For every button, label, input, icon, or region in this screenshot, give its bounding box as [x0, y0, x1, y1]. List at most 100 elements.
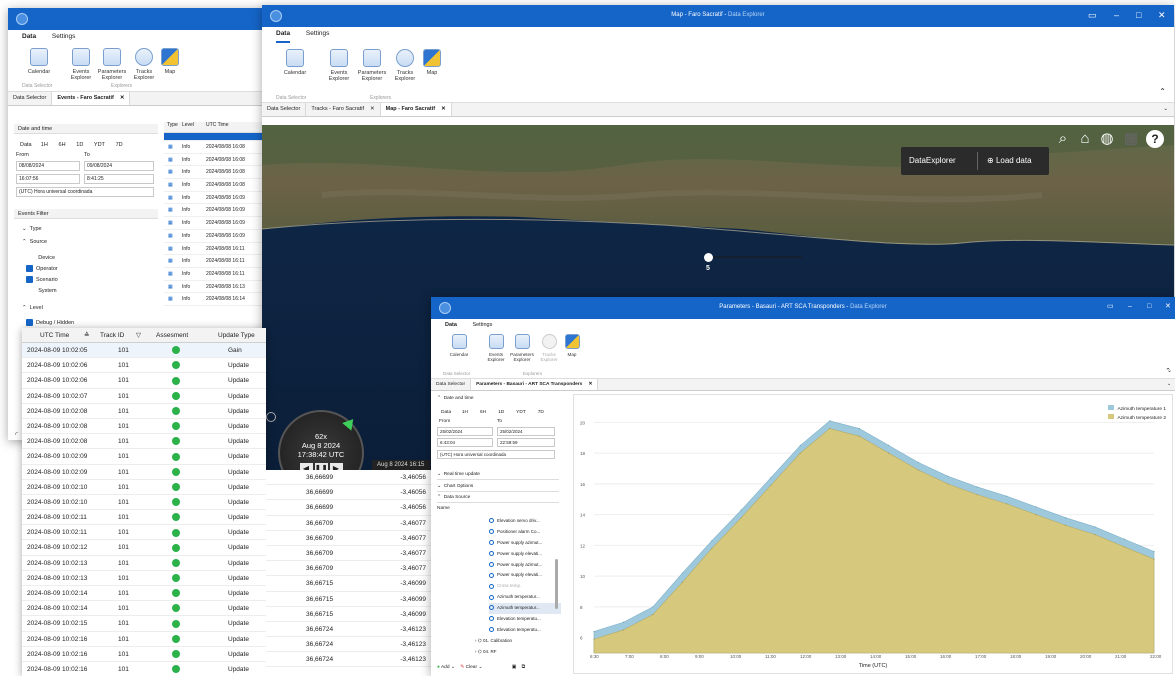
source-operator[interactable]: Operator [26, 264, 58, 275]
panel-collapse-icon[interactable]: ⌄ [1167, 367, 1172, 374]
table-row-extension[interactable]: 36,66709 -3,46077 [266, 531, 432, 546]
menu-settings[interactable]: Settings [52, 30, 76, 44]
table-row-extension[interactable]: 36,66715 -3,46099 [266, 592, 432, 607]
range-7d[interactable]: 7D [116, 142, 123, 148]
tree-scrollbar[interactable] [555, 559, 558, 609]
legend-item-2[interactable]: Azimuth temperature 2 [1108, 414, 1166, 423]
tree-item[interactable]: › ⌬ 04. RF [475, 647, 561, 658]
menu-data[interactable]: Data [276, 27, 291, 43]
tree-item[interactable]: Power supply azimut... [489, 538, 561, 549]
table-row[interactable]: ▦ Info 2024/08/08 16:14 [164, 293, 266, 306]
table-row[interactable]: 2024-08-09 10:02:08 101 Update [22, 419, 266, 435]
table-row[interactable]: ▦ Info 2024/08/08 16:11 [164, 243, 266, 256]
tree-item[interactable]: Elevation temperatu... [489, 625, 561, 636]
tracks-explorer-button[interactable]: Tracks Explorer [131, 48, 157, 81]
col-track-id[interactable]: Track ID [100, 328, 136, 343]
range-1d[interactable]: 1D [76, 142, 83, 148]
menu-settings[interactable]: Settings [306, 27, 330, 41]
parameters-explorer-button[interactable]: Parameters Explorer [509, 334, 535, 362]
table-row[interactable]: 2024-08-09 10:02:12 101 Update [22, 540, 266, 556]
table-row[interactable]: ▦ Info 2024/08/08 16:09 [164, 230, 266, 243]
table-row[interactable]: 2024-08-09 10:02:09 101 Update [22, 465, 266, 480]
table-row[interactable]: 2024-08-09 10:02:06 101 Update [22, 358, 266, 374]
table-row[interactable]: 2024-08-09 10:02:07 101 Update [22, 389, 266, 404]
table-row-extension[interactable]: 36,66715 -3,46099 [266, 576, 432, 592]
home-icon[interactable]: ⌂ [1076, 130, 1094, 148]
tree-item[interactable]: Elevation temperatu... [489, 614, 561, 625]
map-button[interactable]: Map [563, 334, 581, 357]
menu-settings[interactable]: Settings [472, 319, 492, 331]
real-time-update-section[interactable]: ⌄ Real time update [437, 472, 559, 480]
tree-item[interactable]: Power supply elevati... [489, 549, 561, 560]
help-icon[interactable]: ? [1146, 130, 1164, 148]
table-row[interactable]: 2024-08-09 10:02:05 101 Gain [22, 343, 266, 359]
tab-parameters[interactable]: Parameters - Basauri - ART SCA Transpond… [471, 379, 599, 390]
source-system[interactable]: System [26, 286, 58, 297]
table-row-extension[interactable]: 36,66699 -3,46056 [266, 485, 432, 501]
restore-icon[interactable]: ▭ [1107, 302, 1114, 312]
filter-icon[interactable]: ▽ [136, 328, 156, 343]
save-icon[interactable]: ▣ [512, 665, 517, 670]
range-6h[interactable]: 6H [59, 142, 66, 148]
table-row[interactable]: ▦ Info 2024/08/08 16:08 [164, 154, 266, 167]
legend-item-1[interactable]: Azimuth temperature 1 [1108, 405, 1166, 414]
parameters-explorer-button[interactable]: Parameters Explorer [355, 49, 389, 82]
selected-row[interactable] [164, 133, 266, 141]
tab-data-selector[interactable]: Data Selector [431, 379, 472, 390]
parameters-explorer-button[interactable]: Parameters Explorer [97, 48, 127, 81]
restore-icon[interactable]: ▭ [1088, 10, 1097, 20]
date-time-section[interactable]: ⌃ Date and time [437, 396, 474, 401]
close-tab-icon[interactable]: ✕ [588, 382, 592, 387]
table-row[interactable]: ▦ Info 2024/08/08 16:08 [164, 141, 266, 154]
close-tab-icon[interactable]: ✕ [441, 106, 446, 112]
close-icon[interactable]: ✕ [1165, 302, 1171, 312]
search-icon[interactable]: ⌕ [1054, 130, 1072, 148]
table-row-extension[interactable]: 36,66724 -3,46123 [266, 652, 432, 668]
settings-gear-icon[interactable] [266, 412, 276, 422]
track-marker-icon[interactable] [704, 253, 713, 262]
source-scenario[interactable]: Scenario [26, 275, 58, 286]
to-date-field[interactable]: 09/08/2024 [84, 161, 154, 171]
table-row[interactable]: 2024-08-09 10:02:15 101 Update [22, 616, 266, 632]
level-filter[interactable]: ⌃ Level [22, 305, 43, 311]
events-explorer-button[interactable]: Events Explorer [326, 49, 352, 82]
table-row[interactable]: 2024-08-09 10:02:13 101 Update [22, 571, 266, 586]
range-ydt[interactable]: YDT [94, 142, 105, 148]
table-row[interactable]: 2024-08-09 10:02:10 101 Update [22, 480, 266, 495]
tab-data-selector[interactable]: Data Selector [262, 103, 307, 116]
copy-icon[interactable]: ⧉ [522, 665, 525, 670]
date-time-section[interactable]: Date and time [14, 124, 158, 134]
table-row[interactable]: 2024-08-09 10:02:11 101 Update [22, 510, 266, 526]
table-row[interactable]: ▦ Info 2024/08/08 16:09 [164, 192, 266, 205]
tree-item[interactable]: Azimuth temperatur... [489, 603, 561, 615]
map-button[interactable]: Map [422, 49, 442, 76]
table-row[interactable]: 2024-08-09 10:02:14 101 Update [22, 601, 266, 617]
tree-item[interactable]: Cross temp. [489, 581, 561, 592]
range-1h[interactable]: 1H [41, 142, 48, 148]
table-row[interactable]: 2024-08-09 10:02:14 101 Update [22, 586, 266, 602]
clear-button[interactable]: ✎ Clear ⌄ [460, 665, 482, 670]
add-button[interactable]: ● Add ⌄ [437, 665, 455, 670]
globe-icon[interactable]: ◍ [1098, 130, 1116, 148]
table-row-extension[interactable]: 36,66709 -3,46077 [266, 546, 432, 562]
calendar-button[interactable]: Calendar [24, 48, 54, 75]
data-source-section[interactable]: ⌃ Data Source [437, 495, 559, 503]
tab-tracks[interactable]: Tracks - Faro Sacratif ✕ [306, 103, 381, 116]
minimize-icon[interactable]: – [1114, 10, 1119, 20]
table-row-extension[interactable]: 36,66724 -3,46123 [266, 622, 432, 638]
from-date-field[interactable]: 25/02/2024 [437, 427, 493, 436]
range-1d[interactable]: 1D [498, 410, 504, 415]
table-row-extension[interactable]: 36,66709 -3,46077 [266, 516, 432, 531]
layers-icon[interactable]: ▦ [1122, 130, 1140, 148]
to-date-field[interactable]: 25/02/2024 [497, 427, 555, 436]
table-row[interactable]: ▦ Info 2024/08/08 16:08 [164, 166, 266, 180]
col-utc-time[interactable]: UTC Time [206, 122, 229, 128]
events-explorer-button[interactable]: Events Explorer [68, 48, 94, 81]
from-date-field[interactable]: 08/08/2024 [16, 161, 80, 171]
table-row-extension[interactable]: 36,66724 -3,46123 [266, 637, 432, 653]
close-tab-icon[interactable]: ✕ [120, 95, 125, 101]
sort-icon[interactable]: ≙ [84, 328, 100, 343]
range-1h[interactable]: 1H [462, 410, 468, 415]
timezone-select[interactable]: (UTC) Hora universal coordinada [437, 450, 555, 459]
minimize-icon[interactable]: – [1128, 302, 1132, 312]
